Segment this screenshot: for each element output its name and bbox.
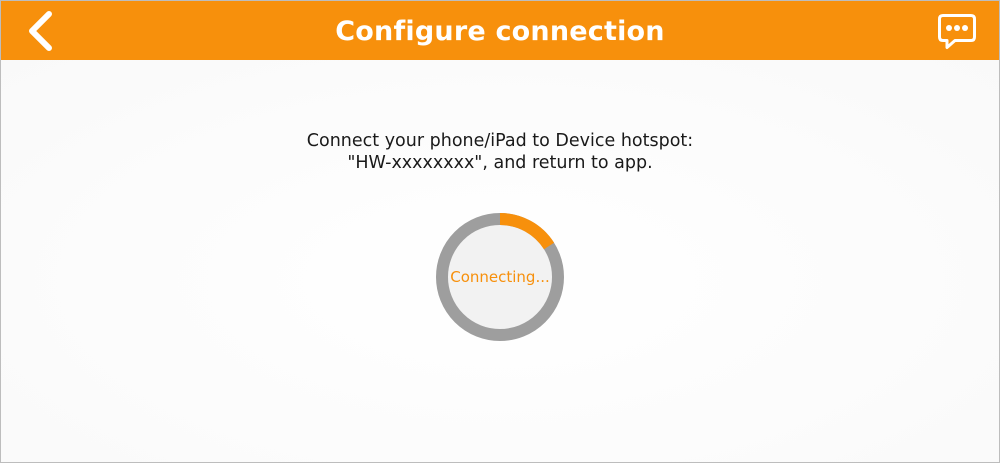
chat-bubble-icon <box>938 14 976 49</box>
connecting-status-label: Connecting... <box>450 268 550 286</box>
hotspot-instruction: Connect your phone/iPad to Device hotspo… <box>1 130 999 174</box>
instruction-line-2: "HW-xxxxxxxx", and return to app. <box>347 153 653 173</box>
content-area: Connect your phone/iPad to Device hotspo… <box>1 60 999 462</box>
page-title: Configure connection <box>335 16 665 47</box>
chat-button[interactable] <box>937 13 977 51</box>
chevron-left-icon <box>29 11 52 51</box>
configure-connection-screen: Configure connection Connect your phone/… <box>0 0 1000 463</box>
header-bar: Configure connection <box>1 1 999 60</box>
back-button[interactable] <box>23 10 63 52</box>
instruction-line-1: Connect your phone/iPad to Device hotspo… <box>306 131 694 151</box>
